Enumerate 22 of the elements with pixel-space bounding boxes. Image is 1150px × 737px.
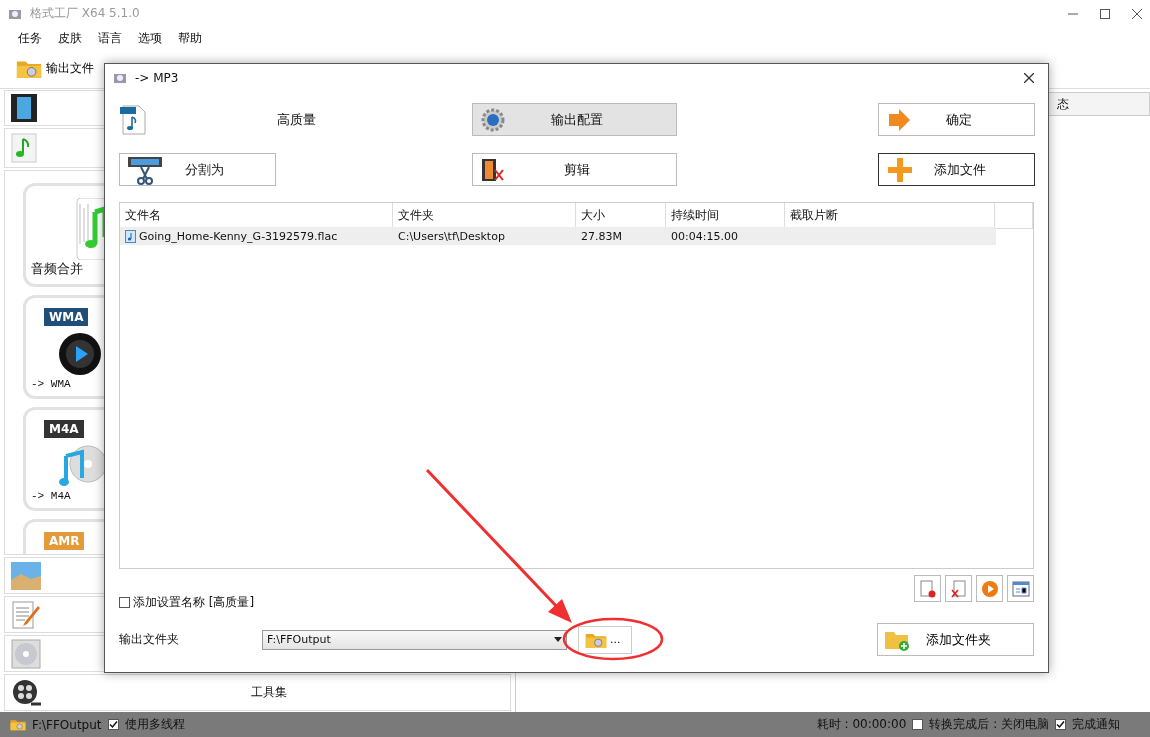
header-text: 态 [1057, 95, 1069, 113]
format-badge: AMR [44, 532, 85, 550]
table-cell: C:\Users\tf\Desktop [398, 229, 505, 243]
field-label: 输出文件夹 [119, 631, 180, 648]
elapsed-time: 耗时 : 00:00:00 [816, 716, 907, 733]
dialog-title: -> MP3 [135, 71, 179, 85]
window-title: 格式工厂 X64 5.1.0 [30, 5, 140, 22]
tile-label: -> M4A [31, 490, 71, 502]
format-badge: M4A [44, 420, 84, 438]
category-label: 工具集 [251, 684, 287, 701]
table-cell: 27.83M [581, 229, 622, 243]
checkbox-label: 转换完成后 : 关闭电脑 [929, 716, 1049, 733]
checkbox-label: 完成通知 [1072, 716, 1120, 733]
tile-label: 音频合并 [31, 260, 83, 278]
table-cell: 00:04:15.00 [671, 229, 738, 243]
format-badge: WMA [44, 308, 89, 326]
checkbox-label: 使用多线程 [124, 716, 185, 733]
tile-label: -> WMA [31, 378, 71, 390]
output-path: F:\FFOutput [32, 717, 102, 732]
quality-label: 高质量 [277, 110, 316, 129]
table-cell: Going_Home-Kenny_G-3192579.flac [139, 229, 338, 243]
checkbox-label: 添加设置名称 [高质量] [133, 594, 255, 611]
